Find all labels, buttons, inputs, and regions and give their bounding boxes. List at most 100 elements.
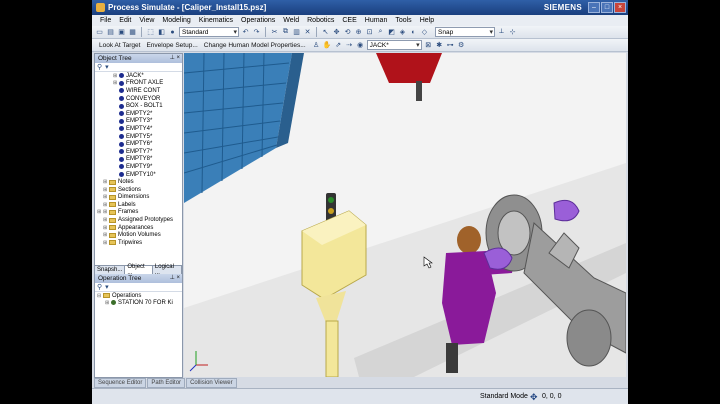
app-icon — [96, 3, 105, 12]
brand-logo: SIEMENS — [543, 3, 582, 12]
view-front-icon[interactable]: ◩ — [387, 28, 396, 37]
tree-folder[interactable]: ⊞ Notes — [95, 178, 182, 186]
tree-folder[interactable]: ⊞ ⊞ Frames — [95, 209, 182, 217]
tree-item[interactable]: CONVEYOR — [95, 95, 182, 103]
human-posture-icon[interactable]: ♙ — [312, 41, 321, 50]
minimize-button[interactable]: – — [588, 2, 600, 13]
zoom-fit-icon[interactable]: ⊡ — [365, 28, 374, 37]
tree-item[interactable]: EMPTY9* — [95, 163, 182, 171]
measure-icon[interactable]: ⟂ — [497, 28, 506, 37]
menu-human[interactable]: Human — [365, 17, 388, 24]
tree-item[interactable]: BOX - BOLT1 — [95, 102, 182, 110]
tree-item[interactable]: EMPTY7* — [95, 148, 182, 156]
change-human-properties-button[interactable]: Change Human Model Properties... — [204, 42, 306, 49]
shading-icon[interactable]: ◐ — [409, 28, 418, 37]
vision-icon[interactable]: ◉ — [356, 41, 365, 50]
tree-filter-icon[interactable]: ⚲ — [97, 283, 102, 291]
tree-item[interactable]: EMPTY3* — [95, 118, 182, 126]
folder-icon — [109, 225, 116, 231]
zoom-window-icon[interactable]: ⌕ — [376, 28, 385, 37]
tree-folder[interactable]: ⊞ Assigned Prototypes — [95, 216, 182, 224]
close-button[interactable]: × — [614, 2, 626, 13]
menu-view[interactable]: View — [139, 17, 154, 24]
tab-logical[interactable]: Logical ... — [152, 264, 182, 276]
human-grasp-icon[interactable]: ✋ — [323, 41, 332, 50]
pick-icon[interactable]: ◧ — [157, 28, 166, 37]
rotate-icon[interactable]: ⟲ — [343, 28, 352, 37]
menu-modeling[interactable]: Modeling — [162, 17, 190, 24]
undo-icon[interactable]: ↶ — [241, 28, 250, 37]
title-bar: Process Simulate - [Caliper_Install15.ps… — [92, 0, 628, 15]
snap-combo[interactable]: Snap — [435, 27, 495, 37]
cut-icon[interactable]: ✂ — [270, 28, 279, 37]
envelope-setup-button[interactable]: Envelope Setup... — [146, 42, 197, 49]
select-icon[interactable]: ⬚ — [146, 28, 155, 37]
attach-icon[interactable]: ⊶ — [446, 41, 455, 50]
tree-folder[interactable]: ⊞ Motion Volumes — [95, 231, 182, 239]
menu-tools[interactable]: Tools — [395, 17, 411, 24]
tab-snapshots[interactable]: Snapsh... — [95, 266, 126, 274]
tree-item[interactable]: EMPTY10* — [95, 171, 182, 179]
tree-item[interactable]: ⊟ Operations — [95, 292, 182, 299]
tree-item[interactable]: EMPTY8* — [95, 156, 182, 164]
menu-file[interactable]: File — [100, 17, 111, 24]
object-tree-header: Object Tree ⊥ × — [95, 54, 182, 63]
tab-sequence-editor[interactable]: Sequence Editor — [94, 378, 147, 388]
record-icon[interactable]: ● — [168, 28, 177, 37]
tree-item[interactable]: EMPTY5* — [95, 133, 182, 141]
lock-icon[interactable]: ⊠ — [424, 41, 433, 50]
look-at-target-button[interactable]: Look At Target — [99, 42, 140, 49]
view-style-combo[interactable]: Standard — [179, 27, 239, 37]
tree-item[interactable]: ⊞ JACK* — [95, 72, 182, 80]
menu-cee[interactable]: CEE — [342, 17, 356, 24]
redo-icon[interactable]: ↷ — [252, 28, 261, 37]
tree-options-icon[interactable]: ▾ — [105, 283, 109, 291]
menu-weld[interactable]: Weld — [283, 17, 299, 24]
open-icon[interactable]: ▤ — [106, 28, 115, 37]
tree-item[interactable]: EMPTY6* — [95, 140, 182, 148]
object-tree: ⊞ JACK* ⊞ FRONT AXLE WIRE CONT CONVEYOR BO… — [95, 72, 182, 265]
menu-kinematics[interactable]: Kinematics — [199, 17, 233, 24]
tree-folder[interactable]: ⊞ Tripwires — [95, 239, 182, 247]
tab-path-editor[interactable]: Path Editor — [147, 378, 186, 388]
print-icon[interactable]: ▦ — [128, 28, 137, 37]
tree-options-icon[interactable]: ▾ — [105, 63, 109, 71]
tree-folder[interactable]: ⊞ Appearances — [95, 224, 182, 232]
graphic-viewer[interactable] — [184, 53, 626, 377]
delete-icon[interactable]: ✕ — [303, 28, 312, 37]
reach-icon[interactable]: ⇗ — [334, 41, 343, 50]
menu-edit[interactable]: Edit — [119, 17, 131, 24]
pointer-icon[interactable]: ↖ — [321, 28, 330, 37]
tree-item[interactable]: EMPTY2* — [95, 110, 182, 118]
zoom-icon[interactable]: ⊕ — [354, 28, 363, 37]
tab-object-tree[interactable]: Object ... — [125, 264, 153, 276]
tab-collision-viewer[interactable]: Collision Viewer — [186, 378, 237, 388]
view-iso-icon[interactable]: ◈ — [398, 28, 407, 37]
tree-filter-icon[interactable]: ⚲ — [97, 63, 102, 71]
paste-icon[interactable]: ▥ — [292, 28, 301, 37]
tree-folder[interactable]: ⊞ Labels — [95, 201, 182, 209]
tree-folder[interactable]: ⊞ Dimensions — [95, 194, 182, 202]
save-icon[interactable]: ▣ — [117, 28, 126, 37]
menu-robotics[interactable]: Robotics — [307, 17, 334, 24]
human-object-combo[interactable]: JACK* — [366, 40, 422, 50]
new-icon[interactable]: ▭ — [95, 28, 104, 37]
pin-icon[interactable]: ⊥ × — [170, 54, 180, 61]
tree-folder[interactable]: ⊞ Sections — [95, 186, 182, 194]
wireframe-icon[interactable]: ◇ — [420, 28, 429, 37]
maximize-button[interactable]: □ — [601, 2, 613, 13]
menu-help[interactable]: Help — [420, 17, 434, 24]
walk-icon[interactable]: ⇢ — [345, 41, 354, 50]
settings-icon[interactable]: ⚙ — [457, 41, 466, 50]
pin-icon[interactable]: ⊥ × — [170, 274, 180, 281]
tree-item[interactable]: ⊞ FRONT AXLE — [95, 80, 182, 88]
menu-operations[interactable]: Operations — [241, 17, 275, 24]
copy-icon[interactable]: ⧉ — [281, 28, 290, 37]
tree-item[interactable]: EMPTY4* — [95, 125, 182, 133]
frame-icon[interactable]: ⊹ — [508, 28, 517, 37]
collision-icon[interactable]: ✱ — [435, 41, 444, 50]
tree-item[interactable]: WIRE CONT — [95, 87, 182, 95]
tree-item[interactable]: ⊞ STATION 70 FOR Ki — [95, 299, 182, 306]
scene-3d[interactable] — [184, 53, 626, 377]
pan-icon[interactable]: ✥ — [332, 28, 341, 37]
